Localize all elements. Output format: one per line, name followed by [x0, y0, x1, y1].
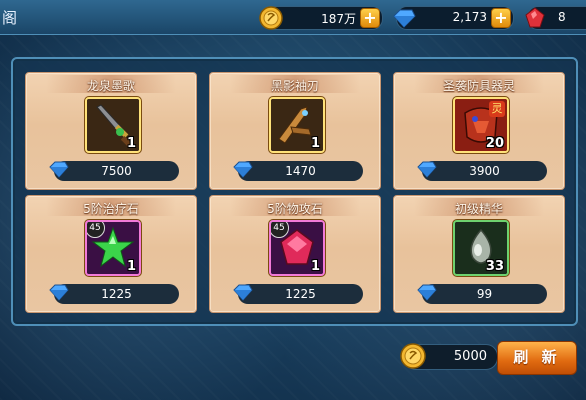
item-slot[interactable]: 33 — [453, 220, 509, 276]
refresh-cost-amount: 5000 — [453, 349, 487, 364]
price-tag: 3900 — [417, 161, 547, 181]
heart-resource: 8 — [525, 6, 586, 30]
spirit-badge: 灵 — [489, 101, 505, 117]
gold-resource: 187万 + — [259, 6, 383, 30]
item-count: 1 — [310, 136, 320, 151]
item-count: 33 — [485, 259, 504, 274]
item-name: 龙泉墨歌 — [86, 79, 135, 93]
item-name: 5阶物攻石 — [267, 202, 323, 216]
price-tag: 7500 — [49, 161, 179, 181]
red-crystal-icon — [525, 7, 545, 28]
gold-coin-icon — [259, 6, 283, 30]
shop-item-card[interactable]: 黑影袖刃 1 1470 — [209, 72, 381, 190]
item-slot[interactable]: 1 — [85, 97, 141, 153]
item-slot[interactable]: 45 1 — [269, 220, 325, 276]
add-gold-button[interactable]: + — [360, 8, 380, 28]
page-title: 阁 — [2, 9, 18, 27]
item-slot[interactable]: 45 1 — [85, 220, 141, 276]
add-diamond-button[interactable]: + — [491, 8, 511, 28]
heart-amount: 8 — [558, 10, 566, 24]
item-price: 1225 — [285, 287, 316, 301]
item-name: 圣袭防具器灵 — [442, 79, 515, 93]
shop-item-card[interactable]: 初级精华 33 99 — [393, 195, 565, 313]
shop-item-card[interactable]: 龙泉墨歌 1 7500 — [25, 72, 197, 190]
gold-amount: 187万 — [321, 12, 356, 26]
price-tag: 99 — [417, 284, 547, 304]
price-tag: 1470 — [233, 161, 363, 181]
price-tag: 1225 — [233, 284, 363, 304]
item-name: 5阶治疗石 — [83, 202, 139, 216]
item-price: 99 — [476, 287, 493, 301]
item-count: 1 — [310, 259, 320, 274]
diamond-amount: 2,173 — [452, 10, 487, 24]
shop-item-card[interactable]: 5阶物攻石 45 1 1225 — [209, 195, 381, 313]
item-slot[interactable]: 灵 20 — [453, 97, 509, 153]
item-name: 黑影袖刃 — [270, 79, 319, 93]
shop-item-card[interactable]: 5阶治疗石 45 1 1225 — [25, 195, 197, 313]
item-name: 初级精华 — [454, 202, 503, 216]
gold-coin-icon — [400, 343, 426, 369]
shop-panel: 龙泉墨歌 1 7500 黑影袖刃 1 1470 圣袭防具器灵 灵 20 3900… — [11, 57, 578, 326]
price-tag: 1225 — [49, 284, 179, 304]
refresh-cost: 5000 — [400, 343, 498, 370]
item-count: 20 — [485, 136, 504, 151]
item-price: 3900 — [469, 164, 500, 178]
shop-item-card[interactable]: 圣袭防具器灵 灵 20 3900 — [393, 72, 565, 190]
refresh-button[interactable]: 刷 新 — [497, 341, 577, 375]
diamond-icon — [393, 9, 416, 28]
item-slot[interactable]: 1 — [269, 97, 325, 153]
diamond-resource: 2,173 + — [393, 6, 514, 30]
item-count: 1 — [126, 259, 136, 274]
item-price: 1470 — [285, 164, 316, 178]
item-count: 1 — [126, 136, 136, 151]
item-price: 7500 — [101, 164, 132, 178]
top-bar: 阁 187万 + 2,173 + 8 — [0, 0, 586, 35]
item-price: 1225 — [101, 287, 132, 301]
